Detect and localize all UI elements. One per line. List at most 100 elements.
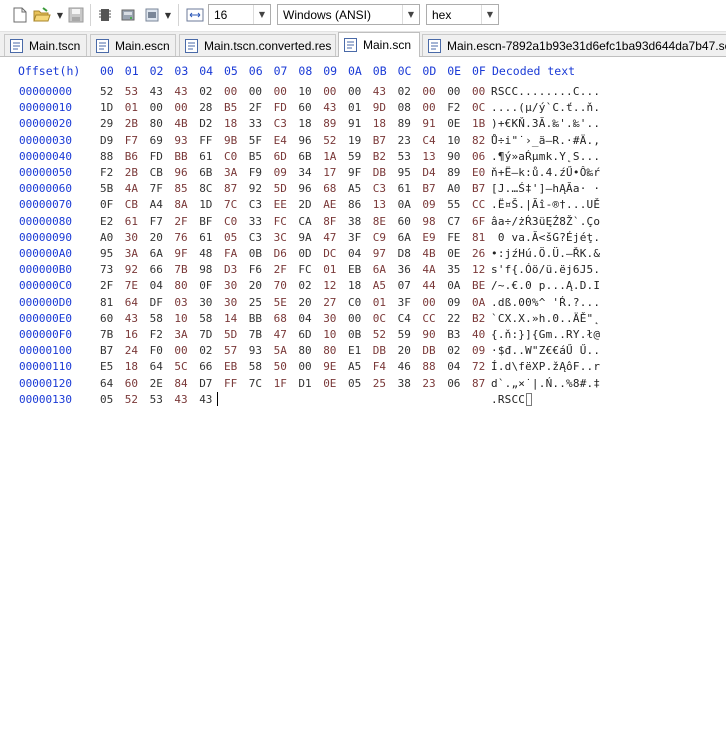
hex-byte[interactable]: 89 — [447, 166, 460, 179]
hex-byte[interactable]: 3A — [224, 166, 237, 179]
hex-byte[interactable]: AE — [323, 198, 336, 211]
hex-byte[interactable]: D3 — [224, 263, 237, 276]
hex-byte[interactable]: 57 — [224, 344, 237, 357]
hex-byte[interactable]: 06 — [472, 150, 485, 163]
hex-byte[interactable]: 88 — [100, 150, 113, 163]
hex-byte[interactable]: 00 — [298, 360, 311, 373]
hex-byte[interactable]: 02 — [298, 279, 311, 292]
hex-byte[interactable]: 01 — [373, 296, 386, 309]
hex-byte[interactable]: 43 — [199, 393, 212, 406]
hex-byte[interactable]: 8F — [323, 215, 336, 228]
hex-byte[interactable]: 9F — [348, 166, 361, 179]
hex-byte[interactable]: 2E — [150, 377, 163, 390]
decoded-text[interactable]: .Ë¤Š.|Ăî-®†...UĚ — [491, 198, 600, 211]
hex-byte[interactable]: 06 — [447, 377, 460, 390]
hex-byte[interactable]: 02 — [447, 344, 460, 357]
hex-byte[interactable]: DF — [150, 296, 163, 309]
hex-byte[interactable]: 00 — [348, 312, 361, 325]
hex-byte[interactable]: C9 — [373, 231, 386, 244]
hex-byte[interactable]: 8E — [373, 215, 386, 228]
hex-byte[interactable]: 04 — [150, 279, 163, 292]
hex-byte[interactable]: 3A — [125, 247, 138, 260]
hex-byte[interactable]: 30 — [224, 279, 237, 292]
hex-byte[interactable]: 3F — [398, 296, 411, 309]
hex-byte[interactable]: F2 — [447, 101, 460, 114]
hex-byte[interactable]: CC — [422, 312, 435, 325]
hex-byte[interactable]: 6B — [199, 166, 212, 179]
hex-byte[interactable]: 33 — [249, 117, 262, 130]
decoded-text[interactable]: .dß.00%^ 'Ŕ.?... — [491, 296, 600, 309]
hex-byte[interactable]: 60 — [125, 377, 138, 390]
hex-byte[interactable]: 18 — [348, 279, 361, 292]
hex-byte[interactable]: 61 — [199, 231, 212, 244]
hex-byte[interactable]: 38 — [398, 377, 411, 390]
hex-byte[interactable]: FD — [150, 150, 163, 163]
hex-byte[interactable]: 46 — [398, 360, 411, 373]
decoded-text[interactable]: Ů÷i"˙›_ä–R.·#Ä.‚ — [491, 134, 600, 147]
hex-byte[interactable]: DB — [373, 166, 386, 179]
hex-byte[interactable]: B6 — [125, 150, 138, 163]
hex-byte[interactable]: 3F — [348, 231, 361, 244]
hex-byte[interactable]: EB — [224, 360, 237, 373]
hex-byte[interactable]: 69 — [150, 134, 163, 147]
hex-byte[interactable]: 96 — [298, 182, 311, 195]
hex-byte[interactable]: 25 — [373, 377, 386, 390]
hex-byte[interactable]: 84 — [174, 377, 187, 390]
hex-byte[interactable]: 28 — [199, 101, 212, 114]
hex-byte[interactable]: F6 — [249, 263, 262, 276]
hex-byte[interactable]: A0 — [100, 231, 113, 244]
hex-byte[interactable]: 5B — [100, 182, 113, 195]
hex-byte[interactable]: DB — [373, 344, 386, 357]
hex-byte[interactable]: 13 — [373, 198, 386, 211]
hex-byte[interactable]: 01 — [323, 263, 336, 276]
hex-byte[interactable]: 00 — [472, 85, 485, 98]
hex-byte[interactable]: D7 — [199, 377, 212, 390]
hex-byte[interactable]: 0C — [373, 312, 386, 325]
decoded-text[interactable]: 0 va.Ă<šG?Éjéţ. — [491, 231, 600, 244]
hex-byte[interactable]: 00 — [150, 101, 163, 114]
hex-byte[interactable]: 4A — [422, 263, 435, 276]
hex-byte[interactable]: 03 — [174, 296, 187, 309]
hex-byte[interactable]: B3 — [447, 328, 460, 341]
hex-byte[interactable]: D9 — [100, 134, 113, 147]
decoded-text[interactable]: •:jźHú.Ö.Ü.—ŘK.& — [491, 247, 600, 260]
hex-byte[interactable]: B7 — [100, 344, 113, 357]
hex-byte[interactable]: 90 — [422, 328, 435, 341]
hex-byte[interactable]: 1D — [199, 198, 212, 211]
hex-byte[interactable]: 89 — [323, 117, 336, 130]
hex-byte[interactable]: E4 — [274, 134, 287, 147]
hex-byte[interactable]: 6F — [472, 215, 485, 228]
hex-byte[interactable]: DC — [323, 247, 336, 260]
hex-byte[interactable]: FD — [274, 101, 287, 114]
hex-byte[interactable]: FE — [447, 231, 460, 244]
hex-byte[interactable]: 08 — [398, 101, 411, 114]
hex-byte[interactable]: 98 — [199, 263, 212, 276]
hex-byte[interactable]: 6D — [298, 328, 311, 341]
hex-byte[interactable]: E1 — [348, 344, 361, 357]
hex-byte[interactable]: 7F — [150, 182, 163, 195]
hex-byte[interactable]: 0A — [447, 279, 460, 292]
hex-byte[interactable]: A5 — [348, 360, 361, 373]
hex-byte[interactable]: 00 — [274, 85, 287, 98]
hex-byte[interactable]: 18 — [298, 117, 311, 130]
hex-byte[interactable]: C0 — [348, 296, 361, 309]
hex-byte[interactable]: B5 — [224, 101, 237, 114]
hex-byte[interactable]: CC — [472, 198, 485, 211]
mode-select[interactable]: hex ▼ — [426, 4, 499, 25]
hex-byte[interactable]: 13 — [422, 150, 435, 163]
hex-byte[interactable]: 60 — [100, 312, 113, 325]
hex-byte[interactable]: 59 — [398, 328, 411, 341]
hex-byte[interactable]: 02 — [199, 344, 212, 357]
hex-byte[interactable]: 93 — [174, 134, 187, 147]
hex-byte[interactable]: D1 — [298, 377, 311, 390]
hex-byte[interactable]: 01 — [125, 101, 138, 114]
decoded-text[interactable]: RSCC........C... — [491, 85, 600, 98]
hex-byte[interactable]: C4 — [398, 312, 411, 325]
hex-byte[interactable]: 30 — [199, 296, 212, 309]
hex-byte[interactable]: 0F — [100, 198, 113, 211]
hex-byte[interactable]: 98 — [422, 215, 435, 228]
hex-byte[interactable]: FC — [274, 215, 287, 228]
hex-byte[interactable]: E9 — [422, 231, 435, 244]
hex-byte[interactable]: 80 — [323, 344, 336, 357]
hex-byte[interactable]: 47 — [274, 328, 287, 341]
